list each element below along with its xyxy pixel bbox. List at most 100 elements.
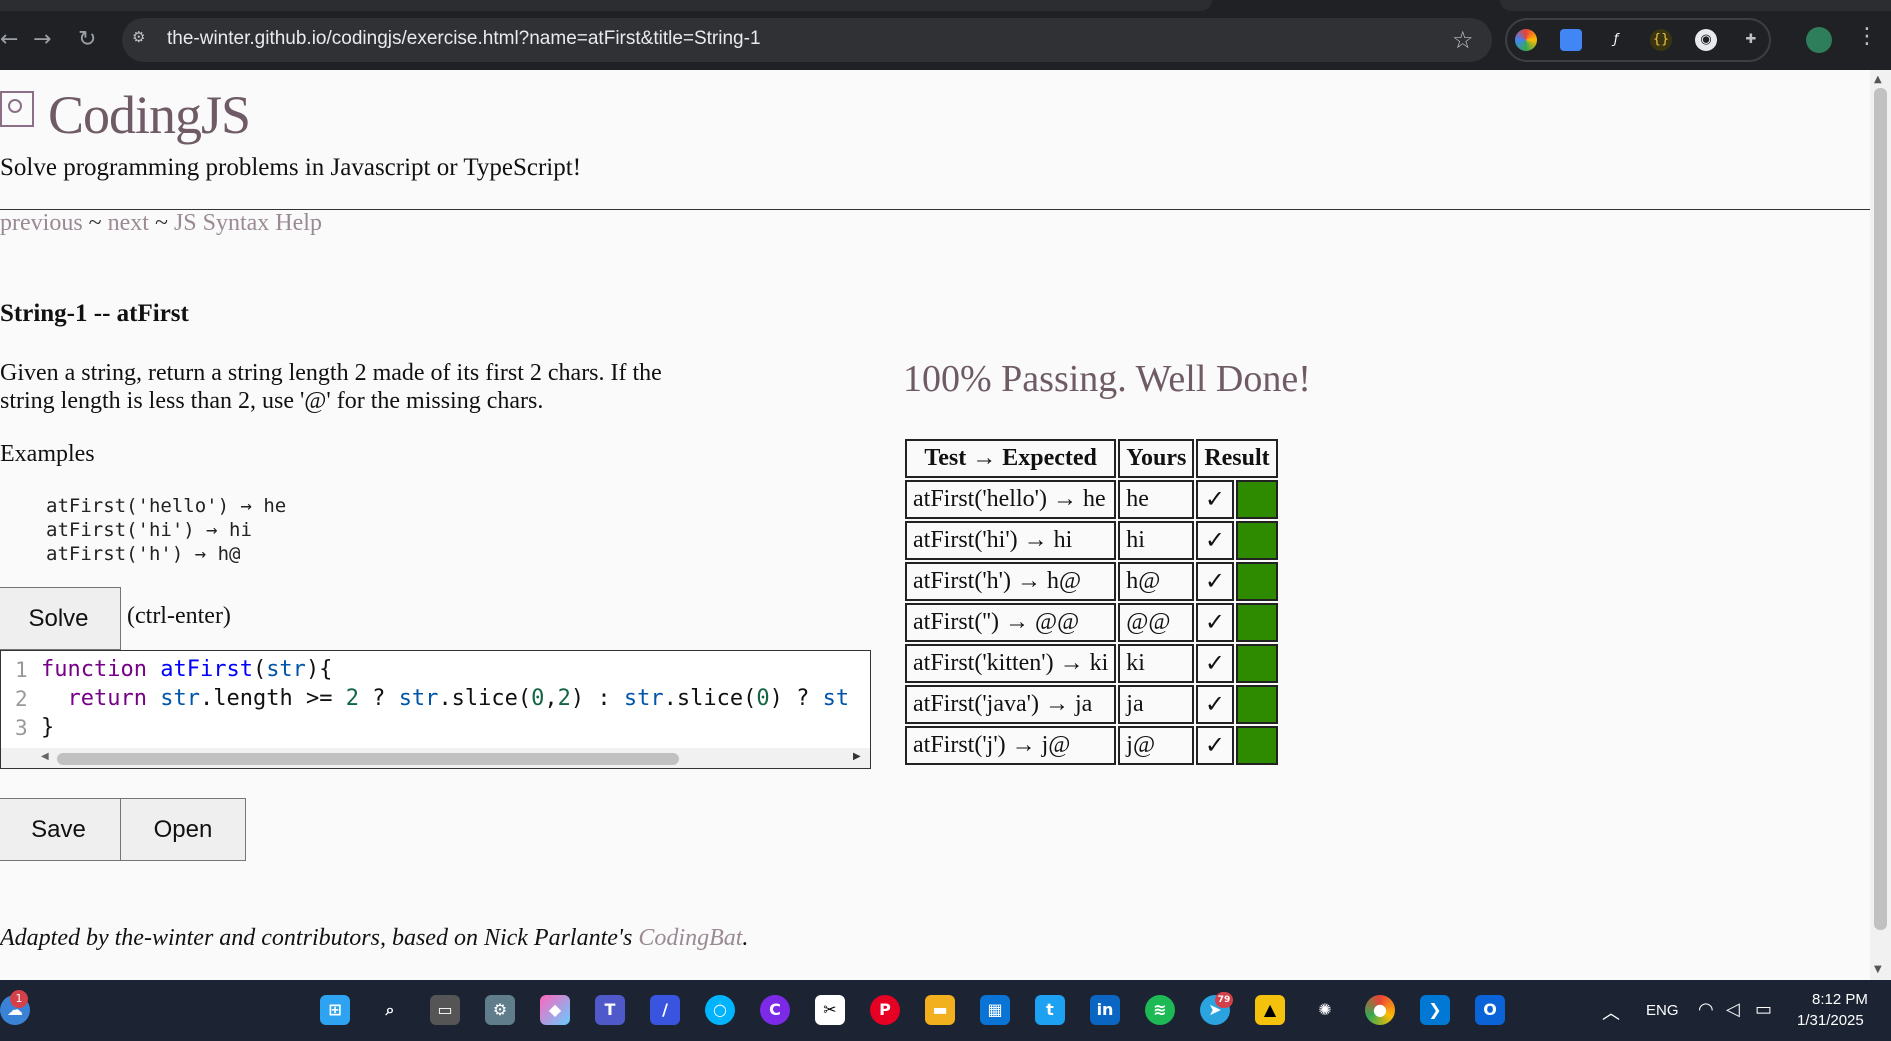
language-indicator[interactable]: ENG (1646, 1002, 1679, 1019)
test-cell: atFirst('h') → h@ (905, 562, 1117, 601)
line-number: 1 (15, 658, 28, 682)
url-text[interactable]: the-winter.github.io/codingjs/exercise.h… (167, 28, 761, 50)
spotify-icon[interactable]: ≋ (1145, 995, 1175, 1025)
code-line[interactable]: return str.length >= 2 ? str.slice(0,2) … (41, 686, 850, 711)
yours-cell: @@ (1118, 603, 1195, 642)
code-line[interactable]: } (41, 715, 54, 740)
json-icon[interactable]: {} (1650, 29, 1672, 51)
problem-description: Given a string, return a string length 2… (0, 360, 662, 414)
reload-icon[interactable]: ↻ (78, 26, 96, 54)
chatgpt-icon[interactable]: ✺ (1310, 995, 1340, 1025)
results-table: Test → Expected Yours Result atFirst('he… (903, 437, 1280, 767)
nav-separator: ~ (82, 210, 108, 236)
menu-icon[interactable]: ⋮ (1856, 24, 1878, 49)
open-button[interactable]: Open (120, 798, 246, 861)
start-icon[interactable]: ⊞ (320, 995, 350, 1025)
app-icon[interactable]: / (650, 995, 680, 1025)
yours-cell: he (1118, 480, 1195, 519)
results-row: atFirst('hello') → he he ✓ (905, 480, 1278, 519)
teams-icon[interactable]: T (595, 995, 625, 1025)
chrome-icon[interactable]: ● (1365, 995, 1395, 1025)
tray-chevron-icon[interactable]: ︿ (1602, 999, 1620, 1025)
scroll-up-arrow[interactable]: ▲ (1874, 74, 1882, 85)
check-icon: ✓ (1196, 603, 1234, 642)
solve-button[interactable]: Solve (0, 587, 121, 650)
example-line: atFirst('hi') → hi (46, 519, 252, 541)
weather-badge: 1 (10, 990, 28, 1008)
editor-scroll-thumb[interactable] (57, 753, 679, 765)
example-line: atFirst('h') → h@ (46, 543, 241, 565)
clock-time[interactable]: 8:12 PM (1812, 991, 1868, 1008)
battery-icon[interactable]: ▭ (1755, 999, 1772, 1020)
footer-end: . (742, 925, 749, 951)
capcut-icon[interactable]: ✂ (815, 995, 845, 1025)
forward-icon[interactable]: → (33, 26, 51, 54)
search-icon[interactable]: ⌕ (375, 995, 405, 1025)
volume-icon[interactable]: ◁ (1726, 999, 1740, 1020)
header-test: Test → Expected (905, 439, 1117, 478)
results-row: atFirst('h') → h@ h@ ✓ (905, 562, 1278, 601)
back-icon[interactable]: ← (0, 26, 18, 54)
solve-shortcut-hint: (ctrl-enter) (127, 603, 231, 629)
task-view-icon[interactable]: ▭ (430, 995, 460, 1025)
settings-icon[interactable]: ⚙ (485, 995, 515, 1025)
cortana-icon[interactable]: ○ (705, 995, 735, 1025)
header-yours: Yours (1118, 439, 1195, 478)
yours-cell: j@ (1118, 726, 1195, 765)
yours-cell: h@ (1118, 562, 1195, 601)
codingbat-link[interactable]: CodingBat (638, 925, 742, 951)
test-cell: atFirst('hello') → he (905, 480, 1117, 519)
results-row: atFirst('kitten') → ki ki ✓ (905, 644, 1278, 683)
ext-circle-icon[interactable]: ◉ (1695, 29, 1717, 51)
puzzle-icon[interactable]: ✚ (1740, 29, 1762, 51)
file-explorer-icon[interactable]: ▬ (925, 995, 955, 1025)
check-icon: ✓ (1196, 685, 1234, 724)
code-editor[interactable]: 1 2 3 function atFirst(str){ return str.… (0, 650, 871, 769)
extensions-group (1505, 18, 1771, 62)
test-cell: atFirst('hi') → hi (905, 521, 1117, 560)
previous-link[interactable]: previous (0, 210, 83, 236)
examples-label: Examples (0, 441, 95, 467)
test-cell: atFirst('kitten') → ki (905, 644, 1117, 683)
tab-strip-right (1500, 0, 1891, 11)
header-result: Result (1196, 439, 1278, 478)
twitter-icon[interactable]: t (1035, 995, 1065, 1025)
pass-indicator (1235, 644, 1278, 683)
scroll-left-arrow[interactable]: ◀ (41, 751, 49, 762)
vscode-icon[interactable]: ❯ (1420, 995, 1450, 1025)
bookmark-star-icon[interactable]: ☆ (1452, 26, 1474, 54)
yours-cell: ja (1118, 685, 1195, 724)
ext-color-icon[interactable] (1515, 29, 1537, 51)
app-triangle-icon[interactable]: ▲ (1255, 995, 1285, 1025)
translate-icon[interactable] (1560, 29, 1582, 51)
puzzle-logo-icon (0, 91, 34, 127)
check-icon: ✓ (1196, 562, 1234, 601)
outlook-icon[interactable]: O (1475, 995, 1505, 1025)
canva-icon[interactable]: C (760, 995, 790, 1025)
check-icon: ✓ (1196, 521, 1234, 560)
scroll-right-arrow[interactable]: ▶ (853, 751, 861, 762)
pass-indicator (1235, 603, 1278, 642)
logo-text: CodingJS (48, 85, 251, 145)
clock-date[interactable]: 1/31/2025 (1797, 1012, 1864, 1029)
tab-strip (0, 0, 1212, 11)
linkedin-icon[interactable]: in (1090, 995, 1120, 1025)
problem-title: String-1 -- atFirst (0, 300, 189, 327)
scroll-thumb[interactable] (1874, 88, 1887, 930)
next-link[interactable]: next (108, 210, 149, 236)
page-subtitle: Solve programming problems in Javascript… (0, 154, 582, 181)
store-icon[interactable]: ▦ (980, 995, 1010, 1025)
pinterest-icon[interactable]: P (870, 995, 900, 1025)
wifi-icon[interactable]: ◠ (1698, 999, 1714, 1020)
code-line[interactable]: function atFirst(str){ (41, 657, 332, 682)
site-settings-icon[interactable]: ⚙ (132, 28, 152, 48)
syntax-help-link[interactable]: JS Syntax Help (174, 210, 322, 236)
save-button[interactable]: Save (0, 798, 121, 861)
scroll-down-arrow[interactable]: ▼ (1874, 964, 1882, 975)
footer-text: Adapted by the-winter and contributors, … (0, 925, 639, 951)
profile-avatar[interactable] (1806, 27, 1832, 53)
test-cell: atFirst('java') → ja (905, 685, 1117, 724)
formula-icon[interactable]: ƒ (1605, 29, 1627, 51)
copilot-icon[interactable]: ◆ (540, 995, 570, 1025)
example-line: atFirst('hello') → he (46, 495, 287, 517)
